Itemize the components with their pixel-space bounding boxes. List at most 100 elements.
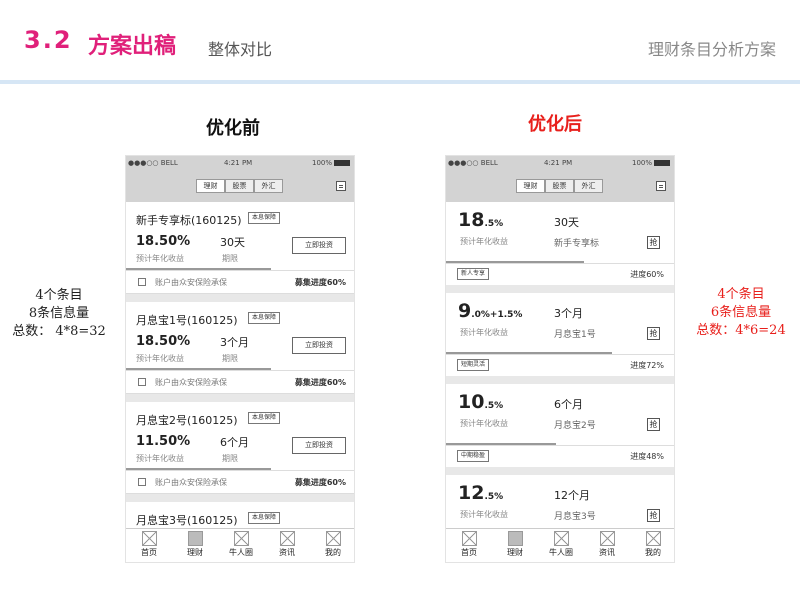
nav-label: 首页 [141, 548, 157, 557]
bottom-nav: 首页 理财 牛人圈 资讯 我的 [126, 528, 354, 562]
battery-indicator: 100% [312, 159, 350, 167]
nav-item[interactable]: 我的 [630, 529, 674, 562]
term-value: 3个月 [554, 307, 583, 320]
raise-progress: 募集进度60% [294, 478, 346, 487]
product-card[interactable]: 9.0%+1.5% 预计年化收益 3个月 月息宝1号 抢短期灵活 进度72% [446, 293, 674, 376]
term-value: 30天 [220, 236, 245, 249]
product-name: 新手专享标 [554, 239, 600, 249]
nav-placeholder-icon [233, 531, 249, 546]
nav-item[interactable]: 资讯 [264, 529, 310, 562]
guarantee-badge: 本息保障 [248, 512, 281, 524]
nav-placeholder-icon [141, 531, 157, 546]
term-value: 6个月 [220, 436, 249, 449]
phone-before: ●●●○○ BELL 4:21 PM 100% 理财 股票 外汇 新手专享标(1… [125, 155, 355, 563]
nav-placeholder-icon [279, 531, 295, 546]
nav-placeholder-icon [325, 531, 341, 546]
slide: 3.2 方案出稿 整体对比 理财条目分析方案 优化前 优化后 4个条目 8条信息… [0, 0, 800, 600]
tab-stocks[interactable]: 股票 [545, 179, 574, 193]
product-card[interactable]: 10.5% 预计年化收益 6个月月息宝2号 抢中期稳盈 进度48% [446, 384, 674, 467]
grab-button[interactable]: 抢 [647, 327, 660, 340]
nav-label: 我的 [325, 548, 341, 557]
product-card[interactable]: 18.5% 预计年化收益 30天新手专享标 抢新人专享 进度60% [446, 202, 674, 285]
raise-progress: 募集进度60% [294, 278, 346, 287]
term-label: 期限 [222, 354, 238, 363]
card-footer: 账户由众安保险承保 募集进度60% [126, 270, 354, 294]
annual-rate: 10.5% [458, 391, 503, 413]
nav-item[interactable]: 牛人圈 [218, 529, 264, 562]
nav-placeholder-icon [507, 531, 523, 546]
term-value: 30天 [554, 216, 579, 229]
tab-licai[interactable]: 理财 [516, 179, 545, 193]
nav-item[interactable]: 理财 [172, 529, 218, 562]
battery-indicator: 100% [632, 159, 670, 167]
product-name: 月息宝2号 [554, 421, 596, 431]
before-note: 4个条目 8条信息量 总数： 4*8=32 [0, 287, 118, 341]
product-card[interactable]: 月息宝2号(160125) 本息保障 11.50% 预计年化收益 6个月 期限 立即投资 账户… [126, 402, 354, 494]
annual-rate-label: 预计年化收益 [136, 454, 184, 463]
nav-label: 资讯 [279, 548, 295, 557]
card-separator [126, 394, 354, 402]
clock-label: 4:21 PM [544, 159, 573, 167]
card-footer: 短期灵活 进度72% [446, 354, 674, 376]
card-separator [446, 285, 674, 293]
tab-licai[interactable]: 理财 [196, 179, 225, 193]
invest-now-button[interactable]: 立即投资 [292, 237, 346, 254]
tab-forex[interactable]: 外汇 [254, 179, 283, 193]
nav-placeholder-icon [553, 531, 569, 546]
nav-label: 牛人圈 [229, 548, 253, 557]
battery-label: 100% [311, 159, 332, 167]
term-value: 6个月 [554, 398, 583, 411]
invest-now-button[interactable]: 立即投资 [292, 337, 346, 354]
rate-decimal: .5% [484, 219, 504, 229]
product-list: 新手专享标(160125) 本息保障 18.50% 预计年化收益 30天 期限 立即投资 账户… [126, 202, 354, 562]
tab-stocks[interactable]: 股票 [225, 179, 254, 193]
nav-item[interactable]: 牛人圈 [538, 529, 584, 562]
rate-integer: 12 [458, 482, 485, 504]
nav-item[interactable]: 我的 [310, 529, 354, 562]
section-number: 3.2 [24, 26, 73, 54]
nav-label: 首页 [461, 548, 477, 557]
nav-item[interactable]: 首页 [126, 529, 172, 562]
annual-rate-label: 预计年化收益 [460, 237, 508, 246]
grab-button[interactable]: 抢 [647, 236, 660, 249]
filter-icon[interactable] [656, 181, 666, 191]
nav-placeholder-icon [187, 531, 203, 546]
grab-button[interactable]: 抢 [647, 509, 660, 522]
product-card[interactable]: 新手专享标(160125) 本息保障 18.50% 预计年化收益 30天 期限 立即投资 账户… [126, 202, 354, 294]
before-title: 优化前 [206, 118, 260, 139]
annual-rate: 18.50% [136, 234, 191, 249]
presentation-title: 理财条目分析方案 [647, 40, 776, 59]
product-name: 月息宝1号(160125) [136, 314, 238, 327]
term-label: 期限 [222, 454, 238, 463]
tab-forex[interactable]: 外汇 [574, 179, 603, 193]
section-subtitle: 整体对比 [208, 40, 273, 59]
grab-button[interactable]: 抢 [647, 418, 660, 431]
annual-rate-label: 预计年化收益 [460, 419, 508, 428]
insurance-text: 账户由众安保险承保 [155, 478, 227, 487]
term-value: 12个月 [554, 489, 590, 502]
after-note-line: 4个条目 [717, 287, 765, 302]
invest-now-button[interactable]: 立即投资 [292, 437, 346, 454]
nav-label: 牛人圈 [549, 548, 573, 557]
nav-item[interactable]: 首页 [446, 529, 492, 562]
after-note: 4个条目 6条信息量 总数：4*6=24 [682, 286, 800, 340]
nav-label: 理财 [507, 548, 523, 557]
insurance-icon [138, 478, 146, 486]
filter-icon[interactable] [336, 181, 346, 191]
card-footer: 中期稳盈 进度48% [446, 445, 674, 467]
before-note-line: 4个条目 [35, 288, 83, 303]
product-name: 月息宝1号 [554, 330, 596, 340]
rate-integer: 18 [458, 209, 485, 231]
product-name: 月息宝2号(160125) [136, 414, 238, 427]
progress-label: 进度60% [630, 270, 664, 279]
raise-progress: 募集进度60% [294, 378, 346, 387]
annual-rate: 18.50% [136, 334, 191, 349]
rate-integer: 10 [458, 391, 485, 413]
nav-item[interactable]: 资讯 [584, 529, 630, 562]
product-tag: 新人专享 [457, 268, 490, 280]
product-card[interactable]: 月息宝1号(160125) 本息保障 18.50% 预计年化收益 3个月 期限 立即投资 账户… [126, 302, 354, 394]
card-footer: 新人专享 进度60% [446, 263, 674, 285]
nav-placeholder-icon [599, 531, 615, 546]
nav-item[interactable]: 理财 [492, 529, 538, 562]
carrier-label: ●●●○○ BELL [448, 159, 498, 167]
